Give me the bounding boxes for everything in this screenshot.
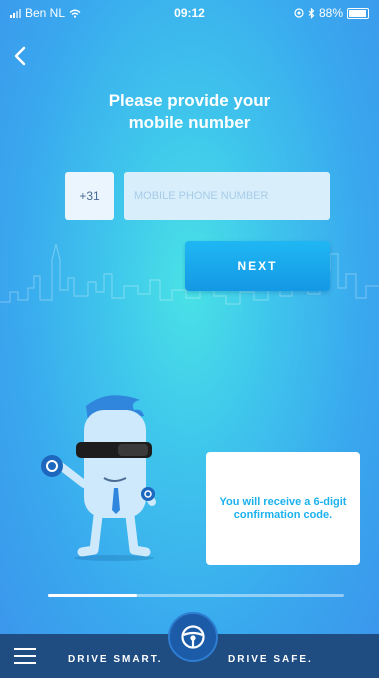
status-bar: Ben NL 09:12 88% [0, 0, 379, 26]
page-title: Please provide your mobile number [60, 90, 319, 134]
title-line-1: Please provide your [108, 91, 271, 110]
phone-number-screen: Ben NL 09:12 88% Please provide your mob… [0, 0, 379, 678]
status-right: 88% [294, 6, 369, 20]
hamburger-menu-icon[interactable] [14, 648, 36, 666]
bluetooth-icon [308, 7, 315, 19]
progress-bar [48, 594, 344, 597]
next-button[interactable]: NEXT [185, 241, 330, 291]
battery-percent: 88% [318, 6, 343, 20]
battery-icon [347, 7, 369, 19]
mascot-illustration [41, 395, 156, 561]
slogan-right: DRIVE SAFE. [228, 654, 313, 665]
back-arrow-icon[interactable] [8, 42, 36, 70]
slogan-left: DRIVE SMART. [68, 654, 163, 665]
mobile-number-input[interactable] [124, 172, 330, 220]
info-card: You will receive a 6-digit confirmation … [206, 452, 360, 565]
title-line-2: mobile number [128, 113, 251, 132]
progress-fill [48, 594, 137, 597]
steering-wheel-button[interactable] [168, 612, 218, 662]
country-code-selector[interactable]: +31 [65, 172, 114, 220]
location-icon [294, 8, 304, 18]
info-message: You will receive a 6-digit confirmation … [219, 495, 347, 521]
steering-wheel-icon [181, 625, 205, 649]
